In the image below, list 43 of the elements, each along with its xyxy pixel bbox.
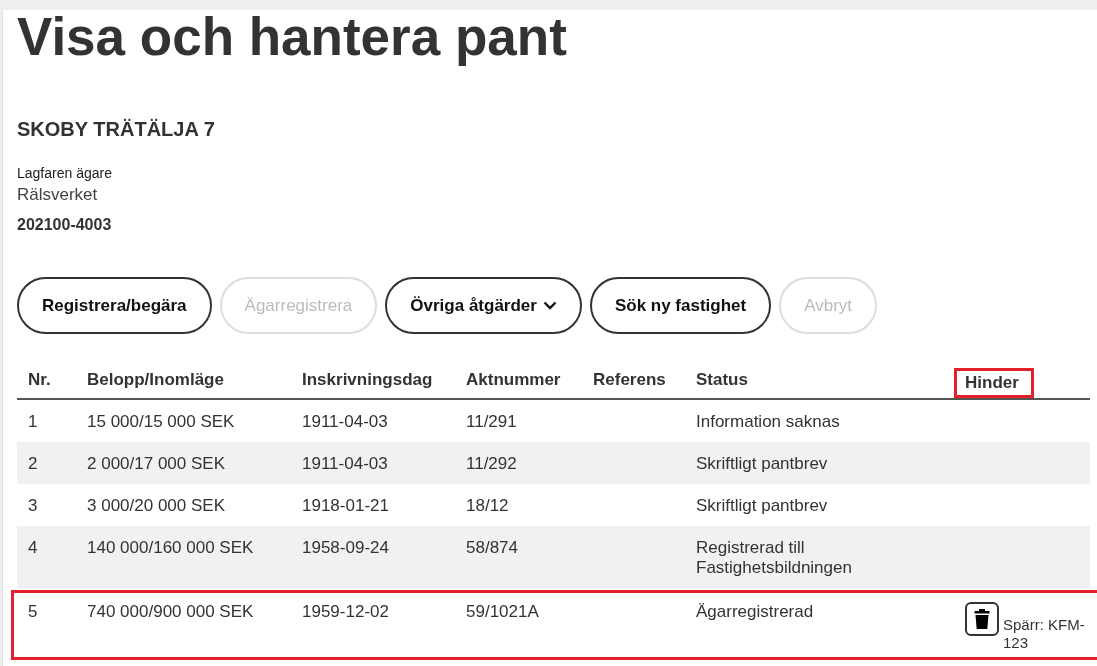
table-cell: 1911-04-03 [302, 454, 388, 473]
column-header: Referens [593, 370, 666, 391]
hinder-text: Spärr: KFM-123 [1003, 616, 1086, 652]
column-header: Aktnummer [466, 370, 561, 391]
table-cell: 3 000/20 000 SEK [87, 496, 225, 515]
table-cell: 1911-04-03 [302, 412, 388, 431]
table-cell: 1958-09-24 [302, 538, 389, 557]
table-cell: 1918-01-21 [302, 496, 389, 515]
column-header: Inskrivningsdag [302, 370, 433, 391]
table-cell: Ägarregistrerad [696, 602, 814, 622]
column-header: Nr. [28, 370, 51, 391]
column-header: Status [696, 370, 748, 391]
table-cell: 58/874 [466, 538, 518, 557]
delete-button[interactable] [965, 602, 999, 636]
table-cell: 18/12 [466, 496, 509, 515]
caret-icon [542, 301, 557, 310]
table-cell: 2 [28, 454, 38, 473]
table-cell-text: Registrerad till Fastighetsbildningen [696, 538, 853, 578]
table-cell: Information saknas [696, 412, 840, 432]
column-header: Belopp/Inomläge [87, 370, 224, 391]
table-cell: 140 000/160 000 SEK [87, 538, 254, 557]
table-cell: 5 [28, 602, 38, 621]
table-cell: 11/291 [466, 412, 517, 431]
owner-name: Rälsverket [17, 184, 99, 206]
owner-id: 202100-4003 [17, 215, 113, 235]
action-button[interactable]: Registrera/begära [17, 277, 212, 334]
table-cell: 59/1021A [466, 602, 539, 621]
table-cell: 11/292 [466, 454, 517, 473]
owner-label: Lagfaren ägare [17, 165, 113, 182]
action-button[interactable]: Sök ny fastighet [589, 277, 772, 334]
table-cell: 1 [28, 412, 38, 431]
table-cell: 4 [28, 538, 38, 557]
table-cell: 15 000/15 000 SEK [87, 412, 235, 431]
dropdown-button[interactable]: Övriga åtgärder [385, 277, 582, 334]
table-cell: Skriftligt pantbrev [696, 454, 828, 474]
table-cell: 1959-12-02 [302, 602, 389, 621]
table-cell: 2 000/17 000 SEK [87, 454, 225, 473]
table-cell: 3 [28, 496, 38, 515]
column-header: Hinder [965, 373, 1019, 392]
trash-icon [974, 608, 990, 630]
table-cell: 740 000/900 000 SEK [87, 602, 254, 621]
property-name: SKOBY TRÄTÄLJA 7 [17, 117, 216, 141]
table-cell: Skriftligt pantbrev [696, 496, 828, 516]
